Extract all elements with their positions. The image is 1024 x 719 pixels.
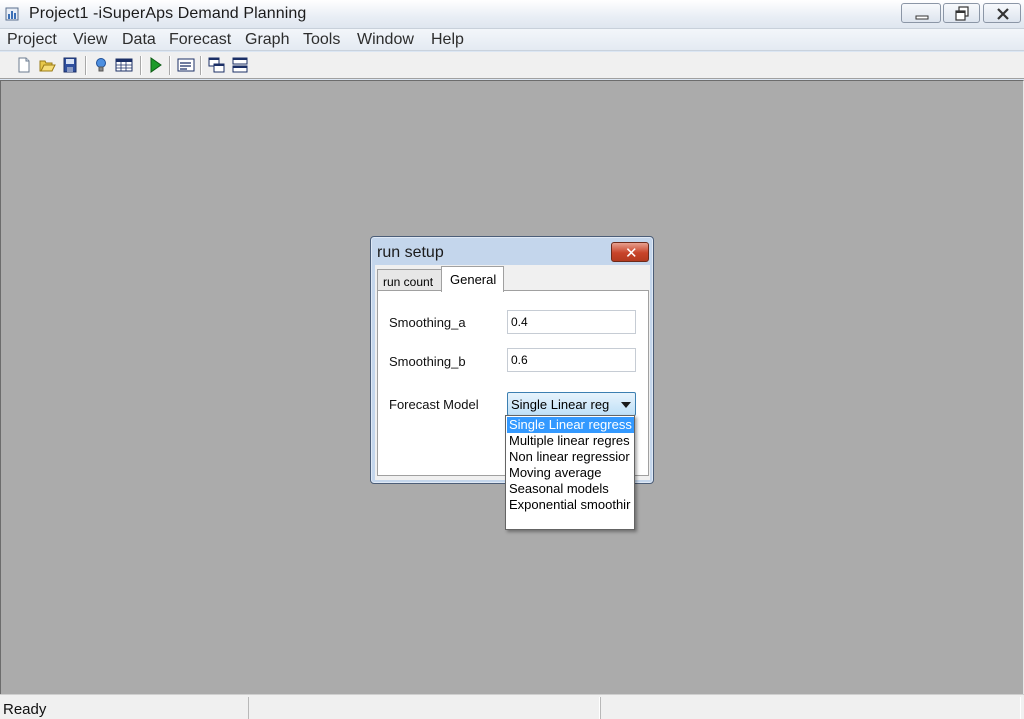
open-folder-icon[interactable] [38, 56, 56, 74]
dropdown-option[interactable]: Exponential smoothir [507, 497, 634, 513]
chevron-down-icon[interactable] [621, 402, 631, 408]
toolbar-separator [169, 56, 171, 75]
restore-button[interactable] [943, 3, 980, 23]
app-icon [5, 7, 19, 21]
menu-data[interactable]: Data [122, 31, 156, 49]
smoothing-a-label: Smoothing_a [389, 315, 466, 330]
title-bar: Project1 -iSuperAps Demand Planning [0, 0, 1024, 29]
save-icon[interactable] [61, 56, 79, 74]
menu-forecast[interactable]: Forecast [169, 31, 231, 49]
table-icon[interactable] [115, 56, 133, 74]
restore-icon [955, 6, 969, 21]
toolbar [0, 52, 1024, 79]
dropdown-option[interactable]: Moving average [507, 465, 634, 481]
minimize-icon [915, 15, 929, 20]
smoothing-a-input[interactable] [507, 310, 636, 334]
tab-label: run count [383, 275, 434, 289]
smoothing-b-input[interactable] [507, 348, 636, 372]
new-file-icon[interactable] [15, 56, 33, 74]
dropdown-option[interactable]: Multiple linear regres [507, 433, 634, 449]
toolbar-separator [200, 56, 202, 75]
forecast-model-label: Forecast Model [389, 397, 479, 412]
toolbar-separator [140, 56, 142, 75]
menu-help[interactable]: Help [431, 31, 464, 49]
dialog-close-button[interactable]: ✕ [611, 242, 649, 262]
forecast-model-select[interactable]: Single Linear reg [507, 392, 636, 416]
minimize-button[interactable] [901, 3, 941, 23]
dialog-title: run setup [377, 244, 444, 261]
dropdown-option[interactable]: Seasonal models [507, 481, 634, 497]
menu-project[interactable]: Project [7, 31, 57, 49]
lightbulb-icon[interactable] [92, 56, 110, 74]
dropdown-option[interactable]: Non linear regressior [507, 449, 634, 465]
status-bar: Ready [0, 694, 1024, 719]
tab-run-count[interactable]: run count [377, 269, 442, 291]
status-text: Ready [3, 701, 47, 718]
menu-view[interactable]: View [73, 31, 107, 49]
forecast-model-dropdown: Single Linear regress Multiple linear re… [505, 415, 635, 530]
menu-tools[interactable]: Tools [303, 31, 340, 49]
status-pane [600, 697, 1021, 719]
tile-windows-icon[interactable] [231, 56, 249, 74]
run-icon[interactable] [146, 56, 164, 74]
menu-bar: Project View Data Forecast Graph Tools W… [0, 29, 1024, 51]
status-pane [248, 697, 600, 719]
toolbar-separator [85, 56, 87, 75]
cascade-windows-icon[interactable] [208, 56, 226, 74]
tab-label: General [450, 272, 497, 287]
close-icon: ✕ [625, 245, 638, 262]
tab-general[interactable]: General [441, 266, 504, 292]
window-title: Project1 -iSuperAps Demand Planning [29, 5, 307, 22]
properties-icon[interactable] [177, 56, 195, 74]
close-icon [997, 8, 1009, 20]
dropdown-option[interactable]: Single Linear regress [507, 417, 634, 433]
close-button[interactable] [983, 3, 1021, 23]
menu-window[interactable]: Window [357, 31, 414, 49]
smoothing-b-label: Smoothing_b [389, 354, 466, 369]
menu-graph[interactable]: Graph [245, 31, 289, 49]
forecast-model-value: Single Linear reg [511, 397, 610, 412]
